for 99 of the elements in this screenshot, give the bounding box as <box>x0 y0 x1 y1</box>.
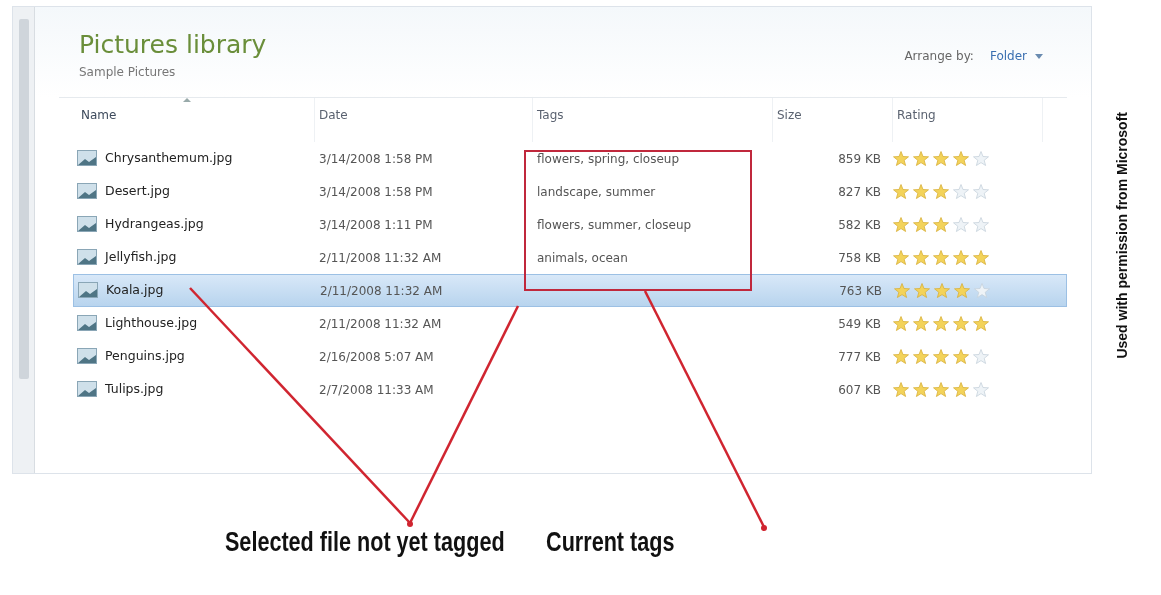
empty-star-icon <box>973 150 989 166</box>
file-name: Jellyfish.jpg <box>105 247 177 266</box>
image-file-icon <box>77 183 97 199</box>
file-row[interactable]: Penguins.jpg 2/16/2008 5:07 AM 777 KB <box>73 339 1067 373</box>
filled-star-icon <box>933 216 949 232</box>
empty-star-icon <box>973 381 989 397</box>
filled-star-icon <box>893 348 909 364</box>
filled-star-icon <box>913 183 929 199</box>
file-size: 777 KB <box>838 350 881 364</box>
file-size: 582 KB <box>838 218 881 232</box>
image-file-icon <box>77 249 97 265</box>
column-header[interactable]: Rating <box>897 107 936 122</box>
filled-star-icon <box>893 216 909 232</box>
empty-star-icon <box>973 183 989 199</box>
filled-star-icon <box>973 315 989 331</box>
file-row[interactable]: Chrysanthemum.jpg 3/14/2008 1:58 PM flowers, spring, closeup 859 KB <box>73 141 1067 175</box>
file-tags: landscape, summer <box>537 185 656 199</box>
file-name: Chrysanthemum.jpg <box>105 148 233 167</box>
filled-star-icon <box>913 216 929 232</box>
filled-star-icon <box>893 249 909 265</box>
image-file-icon <box>77 315 97 331</box>
filled-star-icon <box>893 381 909 397</box>
filled-star-icon <box>933 249 949 265</box>
filled-star-icon <box>913 150 929 166</box>
file-name: Hydrangeas.jpg <box>105 214 204 233</box>
file-size: 763 KB <box>839 284 882 298</box>
scrollbar[interactable] <box>13 7 35 473</box>
file-date: 3/14/2008 1:58 PM <box>319 185 433 199</box>
filled-star-icon <box>933 183 949 199</box>
column-header[interactable]: Date <box>319 107 348 122</box>
filled-star-icon <box>933 381 949 397</box>
filled-star-icon <box>893 150 909 166</box>
image-file-icon <box>77 216 97 232</box>
file-size: 607 KB <box>838 383 881 397</box>
file-name: Tulips.jpg <box>105 379 164 398</box>
file-date: 2/11/2008 11:32 AM <box>320 284 443 298</box>
file-date: 2/11/2008 11:32 AM <box>319 317 442 331</box>
file-name: Penguins.jpg <box>105 346 185 365</box>
filled-star-icon <box>934 282 950 298</box>
file-size: 758 KB <box>838 251 881 265</box>
file-date: 2/11/2008 11:32 AM <box>319 251 442 265</box>
empty-star-icon <box>973 216 989 232</box>
file-row[interactable]: Hydrangeas.jpg 3/14/2008 1:11 PM flowers, summer, closeup 582 KB <box>73 207 1067 241</box>
file-row[interactable]: Lighthouse.jpg 2/11/2008 11:32 AM 549 KB <box>73 306 1067 340</box>
credit-text: Used with permission from Microsoft <box>1112 111 1131 359</box>
filled-star-icon <box>894 282 910 298</box>
file-row[interactable]: Koala.jpg 2/11/2008 11:32 AM 763 KB <box>73 273 1067 307</box>
file-row[interactable]: Tulips.jpg 2/7/2008 11:33 AM 607 KB <box>73 372 1067 406</box>
filled-star-icon <box>914 282 930 298</box>
image-file-icon <box>77 381 97 397</box>
filled-star-icon <box>893 315 909 331</box>
arrange-dropdown[interactable]: Folder <box>989 47 1043 65</box>
sort-arrow-icon <box>183 97 191 102</box>
file-date: 2/16/2008 5:07 AM <box>319 350 434 364</box>
file-row[interactable]: Desert.jpg 3/14/2008 1:58 PM landscape, summer 827 KB <box>73 174 1067 208</box>
callout-label: Current tags <box>545 526 675 559</box>
arrange-label: Arrange by: <box>904 48 974 65</box>
file-date: 3/14/2008 1:11 PM <box>319 218 433 232</box>
file-tags: flowers, summer, closeup <box>537 218 692 232</box>
empty-star-icon <box>953 216 969 232</box>
empty-star-icon <box>953 183 969 199</box>
filled-star-icon <box>973 249 989 265</box>
file-size: 827 KB <box>838 185 881 199</box>
filled-star-icon <box>933 348 949 364</box>
column-header[interactable]: Tags <box>537 107 564 122</box>
file-name: Lighthouse.jpg <box>105 313 198 332</box>
file-name: Koala.jpg <box>106 280 164 299</box>
filled-star-icon <box>953 249 969 265</box>
file-tags: flowers, spring, closeup <box>537 152 680 166</box>
filled-star-icon <box>953 381 969 397</box>
image-file-icon <box>77 348 97 364</box>
image-file-icon <box>78 282 98 298</box>
library-title: Pictures library <box>79 31 267 59</box>
filled-star-icon <box>913 315 929 331</box>
caret-icon <box>1035 53 1043 59</box>
filled-star-icon <box>913 381 929 397</box>
filled-star-icon <box>953 315 969 331</box>
column-header[interactable]: Name <box>81 107 117 122</box>
image-file-icon <box>77 150 97 166</box>
filled-star-icon <box>933 150 949 166</box>
filled-star-icon <box>954 282 970 298</box>
file-name: Desert.jpg <box>105 181 170 200</box>
filled-star-icon <box>953 150 969 166</box>
filled-star-icon <box>933 315 949 331</box>
callout-label: Selected file not yet tagged <box>224 526 505 559</box>
file-date: 2/7/2008 11:33 AM <box>319 383 434 397</box>
filled-star-icon <box>893 183 909 199</box>
empty-star-icon <box>973 348 989 364</box>
empty-star-icon <box>974 282 990 298</box>
filled-star-icon <box>913 249 929 265</box>
filled-star-icon <box>913 348 929 364</box>
file-row[interactable]: Jellyfish.jpg 2/11/2008 11:32 AM animals, ocean 758 KB <box>73 240 1067 274</box>
filled-star-icon <box>953 348 969 364</box>
file-date: 3/14/2008 1:58 PM <box>319 152 433 166</box>
file-tags: animals, ocean <box>537 251 628 265</box>
file-size: 549 KB <box>838 317 881 331</box>
file-size: 859 KB <box>838 152 881 166</box>
library-subtitle: Sample Pictures <box>79 63 177 81</box>
column-header[interactable]: Size <box>777 107 802 122</box>
